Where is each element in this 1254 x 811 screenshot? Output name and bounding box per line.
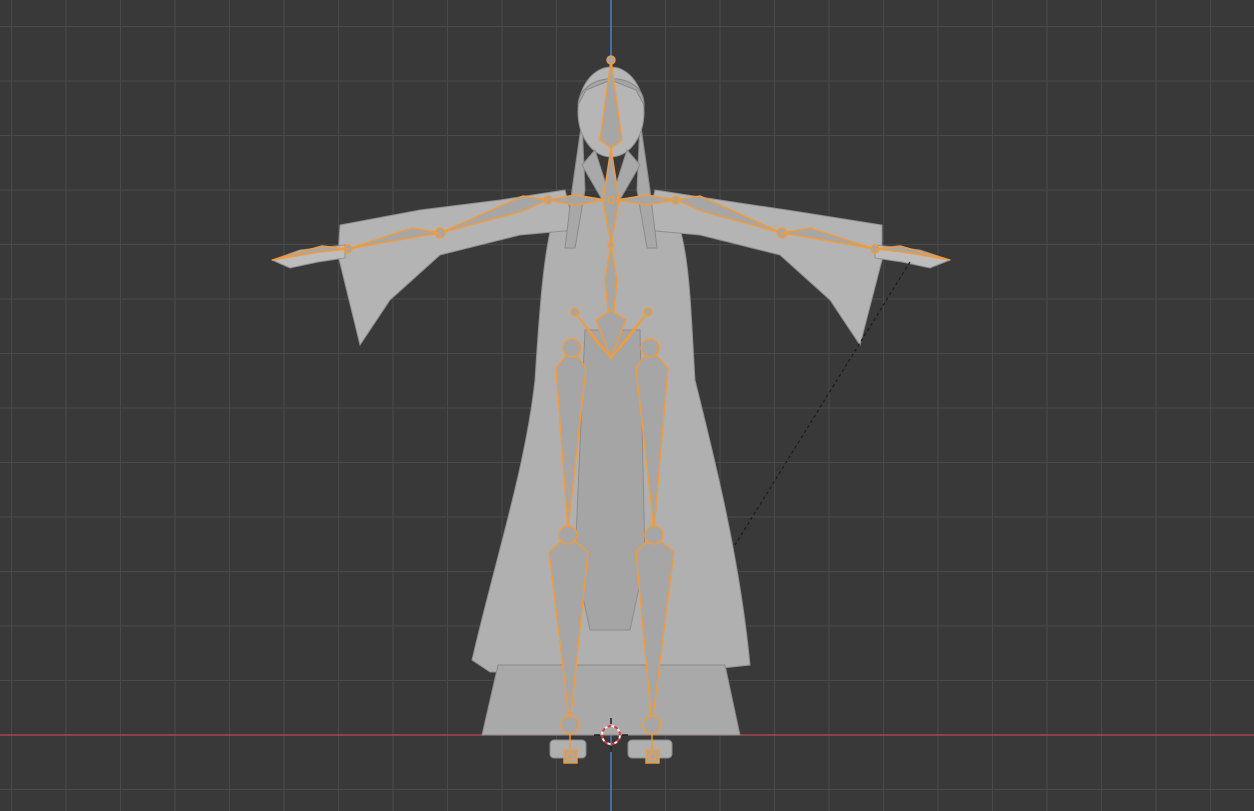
3d-viewport[interactable] <box>0 0 1254 811</box>
joint-head-tip[interactable] <box>606 55 616 65</box>
viewport-canvas[interactable] <box>0 0 1254 811</box>
joint-hip-l[interactable] <box>562 338 582 358</box>
bone-foot-r[interactable] <box>645 749 660 764</box>
bone-foot-l[interactable] <box>563 749 578 764</box>
joint-knee-l[interactable] <box>558 525 578 545</box>
robe-skirt <box>481 664 741 736</box>
joint-chest[interactable] <box>607 196 615 204</box>
joint-pelvis-r[interactable] <box>643 307 653 317</box>
joint-knee-r[interactable] <box>644 525 664 545</box>
joint-hip-r[interactable] <box>640 338 660 358</box>
joint-pelvis-l[interactable] <box>570 307 580 317</box>
joint-ankle-l[interactable] <box>560 715 580 735</box>
joint-spine[interactable] <box>607 241 615 249</box>
joint-ankle-r[interactable] <box>642 715 662 735</box>
